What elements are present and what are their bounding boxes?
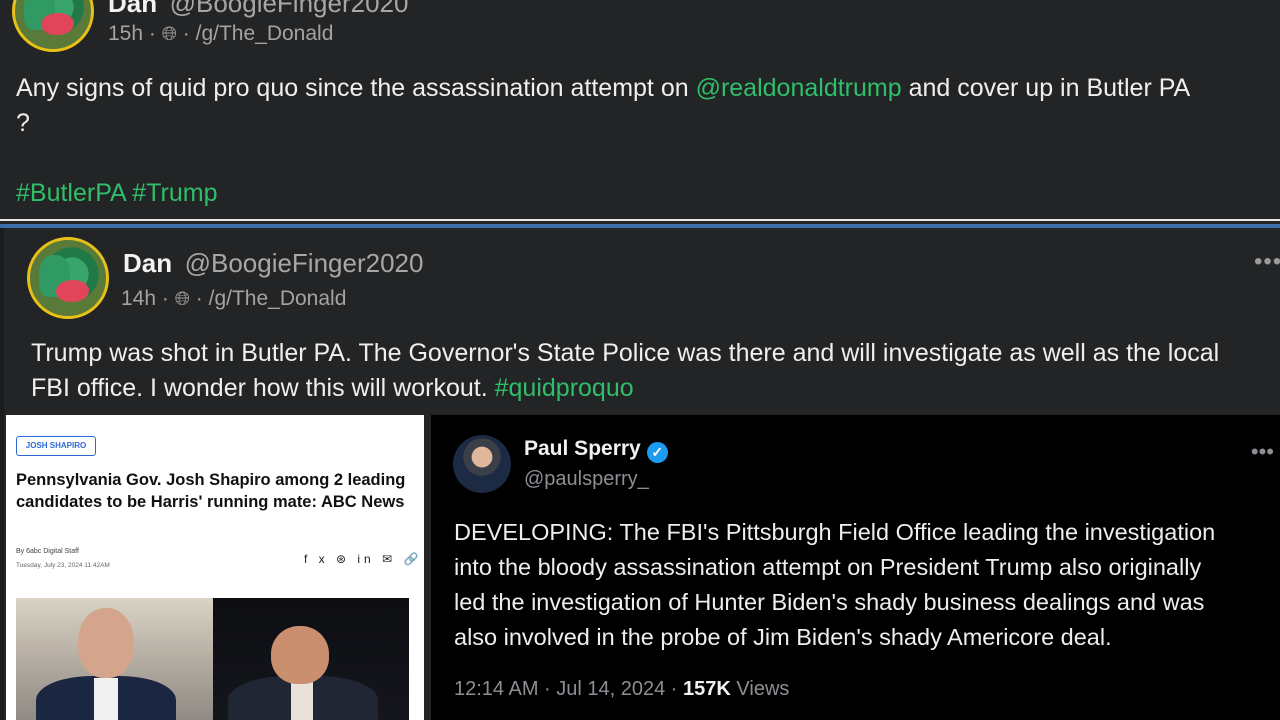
tweet-handle: @paulsperry_ [524, 468, 649, 490]
avatar[interactable] [27, 237, 109, 319]
verified-badge-icon: ✓ [646, 442, 668, 463]
globe-icon: 🌐︎ [161, 24, 177, 45]
globe-icon: 🌐︎ [174, 289, 190, 310]
tweet-timestamp: 12:14 AM · Jul 14, 2024 · [454, 678, 684, 700]
post-header: Dan @BoogieFinger2020 [123, 248, 423, 279]
tweet-text: DEVELOPING: The FBI's Pittsburgh Field O… [454, 515, 1280, 655]
article-byline: By 6abc Digital Staff [16, 548, 79, 555]
post-meta: 15h · 🌐︎ · /g/The_Donald [108, 22, 333, 46]
tweet-views-count: 157K [683, 678, 731, 700]
hashtag-link[interactable]: #Trump [132, 179, 217, 207]
post-body: Trump was shot in Butler PA. The Governo… [31, 336, 1276, 406]
tweet-image[interactable]: Paul Sperry ✓ @paulsperry_ ••• DEVELOPING… [431, 415, 1280, 720]
tweet-views-label: Views [730, 678, 790, 700]
article-photo-right [213, 598, 409, 720]
post-text: and cover up in Butler PA [901, 74, 1191, 102]
community-link[interactable]: /g/The_Donald [209, 287, 347, 310]
author-name[interactable]: Dan [108, 0, 157, 18]
tweet-avatar [453, 435, 511, 493]
author-handle[interactable]: @BoogieFinger2020 [170, 0, 409, 18]
photo-face [271, 626, 329, 684]
photo-shirt [94, 678, 118, 720]
avatar[interactable] [12, 0, 94, 52]
hashtag-link[interactable]: #quidproquo [495, 374, 634, 402]
article-headline: Pennsylvania Gov. Josh Shapiro among 2 l… [16, 471, 406, 511]
post-text: Any signs of quid pro quo since the assa… [16, 74, 696, 102]
divider-accent [0, 224, 1280, 228]
tweet-line: into the bloody assassination attempt on… [454, 554, 1202, 580]
hashtag-link[interactable]: #ButlerPA [16, 179, 125, 207]
photo-face [78, 608, 134, 678]
post-text-line2: ? [16, 109, 30, 137]
post-text-line1: Trump was shot in Butler PA. The Governo… [31, 339, 1220, 367]
article-tag: JOSH SHAPIRO [16, 436, 96, 456]
tweet-line: led the investigation of Hunter Biden's … [454, 589, 1205, 615]
tweet-line: DEVELOPING: The FBI's Pittsburgh Field O… [454, 519, 1216, 545]
author-handle[interactable]: @BoogieFinger2020 [185, 248, 424, 278]
community-link[interactable]: /g/The_Donald [196, 22, 334, 45]
article-image[interactable]: JOSH SHAPIRO Pennsylvania Gov. Josh Shap… [6, 415, 424, 720]
separator: · [195, 287, 203, 310]
post-time[interactable]: 15h [108, 22, 143, 45]
tweet-line: also involved in the probe of Jim Biden'… [454, 624, 1112, 650]
avatar-pig [55, 279, 90, 303]
tweet-footer: 12:14 AM · Jul 14, 2024 · 157K Views [454, 678, 789, 701]
avatar-pig [40, 12, 75, 36]
article-date: Tuesday, July 23, 2024 11:42AM [16, 562, 110, 569]
mention-link[interactable]: @realdonaldtrump [696, 74, 902, 102]
post-header: Dan @BoogieFinger2020 [108, 0, 408, 19]
hashtag-row: #ButlerPA #Trump [16, 176, 218, 211]
more-options-icon[interactable]: ••• [1254, 248, 1280, 276]
post-body: Any signs of quid pro quo since the assa… [16, 71, 1276, 141]
share-icons: f x ⊛ in ✉ 🔗 [304, 552, 423, 566]
post-meta: 14h · 🌐︎ · /g/The_Donald [121, 287, 346, 311]
left-edge [0, 228, 4, 720]
tweet-author-name: Paul Sperry ✓ [524, 437, 668, 463]
tweet-author-name-text: Paul Sperry [524, 437, 641, 460]
divider [0, 219, 1280, 221]
tweet-more-icon: ••• [1250, 439, 1274, 464]
article-photo-left [16, 598, 213, 720]
photo-shirt [291, 678, 313, 720]
author-name[interactable]: Dan [123, 248, 172, 278]
post-time[interactable]: 14h [121, 287, 156, 310]
separator: · [182, 22, 190, 45]
post-text-line2: FBI office. I wonder how this will worko… [31, 374, 495, 402]
separator: · [148, 22, 156, 45]
separator: · [161, 287, 169, 310]
